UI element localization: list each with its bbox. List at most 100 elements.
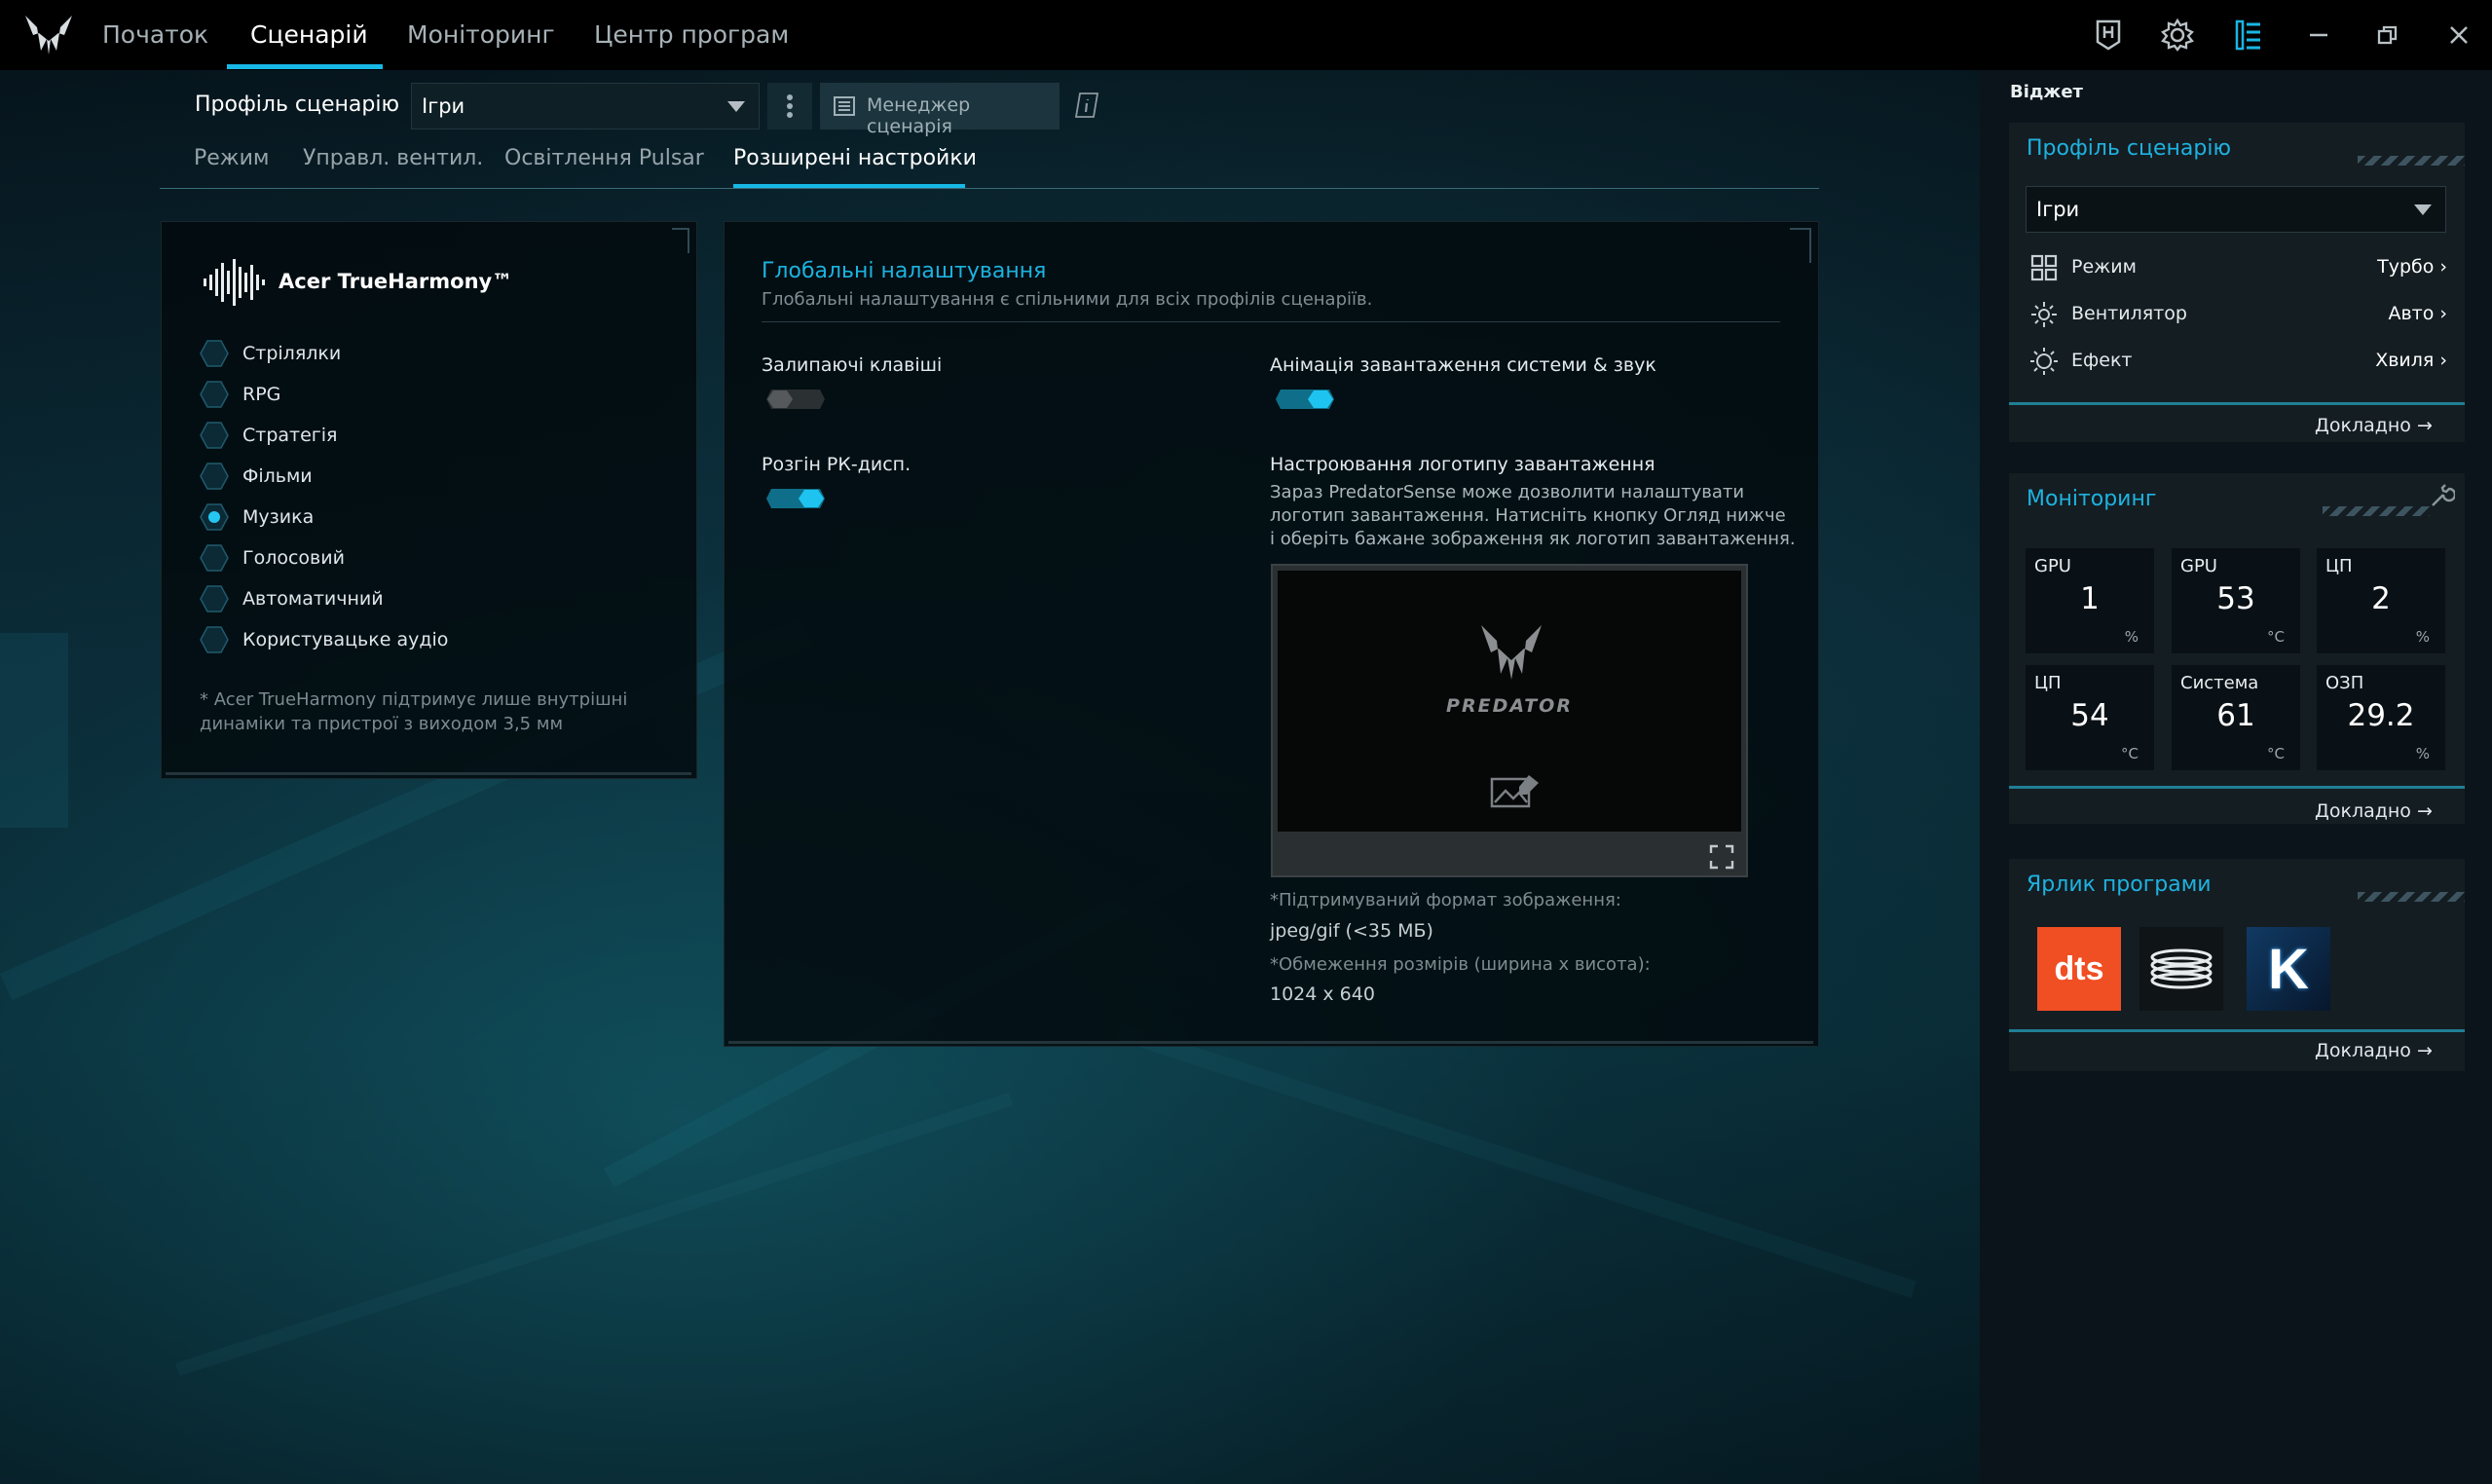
wrench-icon[interactable] bbox=[2430, 483, 2455, 508]
more-options-button[interactable] bbox=[767, 83, 812, 130]
radio-unselected-icon bbox=[200, 380, 229, 409]
tab-mode[interactable]: Режим bbox=[194, 146, 270, 170]
audio-mode-option[interactable]: Користувацьке аудіо bbox=[200, 625, 448, 654]
audio-mode-label: Користувацьке аудіо bbox=[242, 629, 449, 650]
card-hatch-deco bbox=[2358, 156, 2465, 166]
preview-brand-text: PREDATOR bbox=[1446, 695, 1573, 717]
audio-mode-option[interactable]: RPG bbox=[200, 380, 280, 409]
widget-row-effect[interactable]: Ефект Хвиля › bbox=[2028, 346, 2447, 377]
audio-mode-label: Музика bbox=[242, 506, 315, 528]
boot-animation-label: Анімація завантаження системи & звук bbox=[1270, 354, 1656, 376]
radio-unselected-icon bbox=[200, 462, 229, 491]
keyboard-icon[interactable] bbox=[2089, 16, 2128, 55]
widget-row-fan[interactable]: Вентилятор Авто › bbox=[2028, 299, 2447, 330]
audio-mode-option[interactable]: Фільми bbox=[200, 462, 313, 491]
arrow-right-icon: → bbox=[2416, 1040, 2433, 1061]
monitor-tile-value: 29.2 bbox=[2347, 698, 2415, 733]
widget-header: Віджет bbox=[2010, 82, 2083, 102]
info-icon[interactable] bbox=[1074, 93, 1099, 118]
monitor-tile-unit: °C bbox=[2121, 745, 2139, 762]
arrow-right-icon: → bbox=[2416, 415, 2433, 436]
scenario-manager-button[interactable]: Менеджер сценарія bbox=[820, 83, 1060, 137]
card-bottom-line bbox=[2009, 786, 2465, 789]
boot-logo-preview[interactable]: PREDATOR bbox=[1271, 564, 1748, 877]
monitor-tile-name: GPU bbox=[2180, 556, 2217, 576]
scenario-manager-label: Менеджер сценарія bbox=[867, 94, 971, 137]
dts-app-icon[interactable]: dts bbox=[2037, 927, 2121, 1011]
widget-row-fan-value: Авто › bbox=[2388, 303, 2447, 324]
chevron-down-icon bbox=[727, 101, 745, 112]
trueharmony-title: Acer TrueHarmony™ bbox=[279, 270, 513, 293]
card-bottom-line bbox=[2009, 402, 2465, 405]
close-icon[interactable] bbox=[2439, 16, 2478, 55]
scenario-profile-label: Профіль сценарію bbox=[195, 93, 399, 117]
arrow-right-icon: → bbox=[2416, 800, 2433, 822]
audio-mode-label: Голосовий bbox=[242, 547, 345, 569]
monitor-tile: GPU 53 °C bbox=[2172, 548, 2300, 653]
monitor-tile-value: 1 bbox=[2080, 581, 2100, 616]
monitor-tile-value: 53 bbox=[2216, 581, 2255, 616]
predator-logo-icon[interactable] bbox=[21, 12, 76, 58]
sun-effect-icon bbox=[2028, 346, 2060, 377]
scenario-profile-select[interactable]: Ігри bbox=[411, 83, 760, 130]
panel-corner-deco bbox=[166, 761, 691, 775]
apps-more-link[interactable]: Докладно → bbox=[2315, 1040, 2433, 1061]
monitor-tile-name: Система bbox=[2180, 673, 2259, 693]
boot-animation-toggle[interactable] bbox=[1275, 388, 1335, 411]
monitor-tile-value: 54 bbox=[2070, 698, 2109, 733]
tab-pulsar-lighting[interactable]: Освітлення Pulsar bbox=[504, 146, 704, 170]
audio-mode-option[interactable]: Музика bbox=[200, 502, 314, 532]
settings-gear-icon[interactable] bbox=[2158, 16, 2197, 55]
trueharmony-logo-icon bbox=[204, 259, 265, 306]
tab-active-underline bbox=[733, 184, 965, 188]
trueharmony-note: * Acer TrueHarmony підтримує лише внутрі… bbox=[200, 689, 628, 734]
audio-mode-option[interactable]: Голосовий bbox=[200, 543, 345, 573]
widget-row-effect-value: Хвиля › bbox=[2375, 350, 2447, 371]
monitor-tile-unit: % bbox=[2415, 745, 2430, 762]
minimize-icon[interactable] bbox=[2299, 16, 2338, 55]
panel-corner-deco bbox=[728, 1032, 1813, 1044]
global-settings-subtitle: Глобальні налаштування є спільними для в… bbox=[762, 289, 1373, 310]
restore-icon[interactable] bbox=[2368, 16, 2407, 55]
image-edit-icon[interactable] bbox=[1490, 771, 1543, 808]
scenario-profile-value: Ігри bbox=[422, 94, 465, 118]
vertical-dots-icon bbox=[787, 94, 793, 118]
monitor-more-link[interactable]: Докладно → bbox=[2315, 800, 2433, 822]
profile-more-link[interactable]: Докладно → bbox=[2315, 415, 2433, 436]
monitor-tile: Система 61 °C bbox=[2172, 665, 2300, 770]
nav-active-underline bbox=[227, 64, 383, 69]
audio-mode-option[interactable]: Автоматичний bbox=[200, 584, 384, 613]
tab-fan-control[interactable]: Управл. вентил. bbox=[303, 146, 483, 170]
radio-unselected-icon bbox=[200, 625, 229, 654]
widget-row-mode[interactable]: Режим Турбо › bbox=[2028, 252, 2447, 283]
widget-row-mode-value: Турбо › bbox=[2377, 256, 2447, 278]
audio-mode-option[interactable]: Стрілялки bbox=[200, 339, 341, 368]
sticky-keys-toggle[interactable] bbox=[765, 388, 826, 411]
coil-app-icon[interactable] bbox=[2139, 927, 2223, 1011]
nav-monitoring[interactable]: Моніторинг bbox=[407, 0, 555, 70]
fullscreen-icon[interactable] bbox=[1709, 844, 1734, 870]
widget-profile-select[interactable]: Ігри bbox=[2026, 186, 2446, 233]
nav-app-center[interactable]: Центр програм bbox=[594, 0, 789, 70]
boot-logo-image: PREDATOR bbox=[1278, 571, 1741, 832]
monitor-tile-unit: °C bbox=[2267, 745, 2285, 762]
audio-mode-option[interactable]: Стратегія bbox=[200, 421, 338, 450]
nav-home[interactable]: Початок bbox=[102, 0, 208, 70]
tabs-divider bbox=[160, 188, 1819, 189]
widget-apps-title: Ярлик програми bbox=[2027, 872, 2212, 897]
card-hatch-deco bbox=[2323, 506, 2430, 516]
panel-corner-deco bbox=[1790, 228, 1811, 263]
killer-app-icon[interactable]: K bbox=[2247, 927, 2330, 1011]
lcd-overdrive-toggle[interactable] bbox=[765, 487, 826, 510]
widget-row-effect-name: Ефект bbox=[2071, 350, 2133, 371]
tab-advanced-settings[interactable]: Розширені настройки bbox=[733, 146, 977, 170]
monitor-tile-unit: % bbox=[2415, 628, 2430, 646]
monitor-tile-name: GPU bbox=[2034, 556, 2071, 576]
widget-monitor-title: Моніторинг bbox=[2027, 487, 2157, 511]
widget-panel-icon[interactable] bbox=[2229, 16, 2268, 55]
nav-scenario[interactable]: Сценарій bbox=[250, 0, 368, 70]
boot-logo-title: Настроювання логотипу завантаження bbox=[1270, 454, 1655, 475]
radio-unselected-icon bbox=[200, 543, 229, 573]
image-size-value: 1024 x 640 bbox=[1270, 983, 1375, 1005]
fan-icon bbox=[2028, 299, 2060, 330]
